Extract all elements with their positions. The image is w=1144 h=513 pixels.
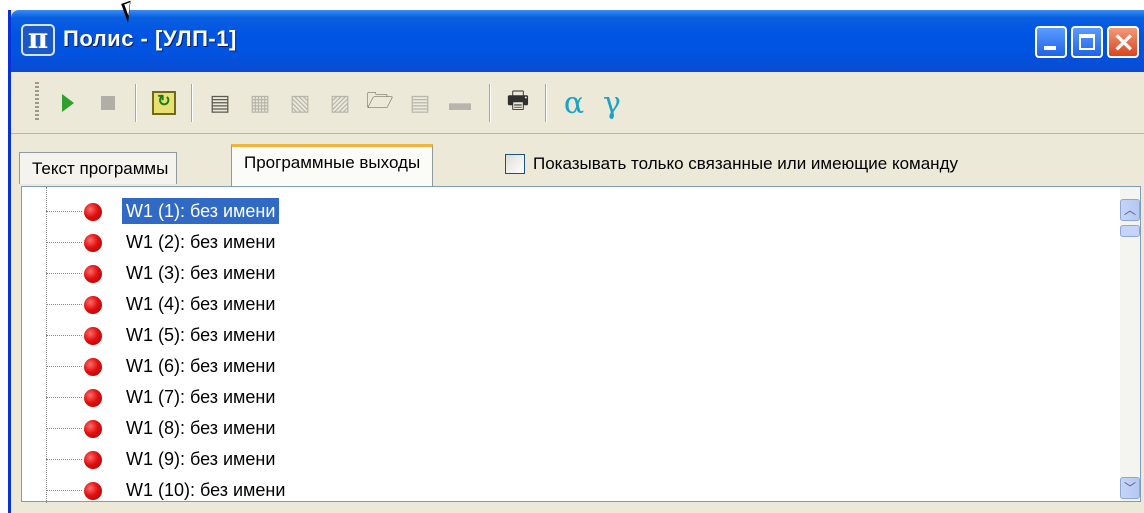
tree-connector <box>46 211 82 212</box>
run-button[interactable] <box>51 86 85 120</box>
tree-connector-line <box>46 187 47 503</box>
tree-connector <box>46 397 82 398</box>
minimize-button[interactable] <box>1035 26 1067 58</box>
copy-docs-button[interactable]: ▤ <box>203 86 237 120</box>
filter-checkbox[interactable] <box>505 154 525 174</box>
status-led-icon <box>84 327 102 345</box>
copy-button[interactable]: ▧ <box>283 86 317 120</box>
open-button[interactable]: 🗁 <box>363 86 397 120</box>
copy-disabled-icon: ▧ <box>289 90 311 115</box>
gamma-icon: γ <box>603 85 621 121</box>
tree-item-label[interactable]: W1 (1): без имени <box>122 198 280 224</box>
tree-item-label[interactable]: W1 (8): без имени <box>122 415 279 441</box>
chevron-down-icon: ﹀ <box>1123 481 1136 495</box>
status-led-icon <box>84 265 102 283</box>
filter-label: Показывать только связанные или имеющие … <box>533 154 958 173</box>
scroll-up-button[interactable]: ︿ <box>1120 199 1140 221</box>
tree-connector <box>46 304 82 305</box>
tree-item-label[interactable]: W1 (6): без имени <box>122 353 279 379</box>
tree-item-label[interactable]: W1 (9): без имени <box>122 446 279 472</box>
refresh-icon: ↻ <box>152 91 176 115</box>
tab-program-text[interactable]: Текст программы <box>19 152 178 184</box>
toolbar-grip[interactable] <box>35 82 39 122</box>
stop-icon <box>101 96 115 110</box>
toolbar-separator <box>489 84 491 122</box>
tree-item-label[interactable]: W1 (3): без имени <box>122 260 279 286</box>
status-led-icon <box>84 296 102 314</box>
paste-disabled-icon: ▦ <box>249 90 271 115</box>
tree-item-label[interactable]: W1 (10): без имени <box>122 477 289 503</box>
maximize-icon <box>1079 34 1095 50</box>
filter-option[interactable]: Показывать только связанные или имеющие … <box>505 154 958 174</box>
status-led-icon <box>84 482 102 500</box>
status-led-icon <box>84 451 102 469</box>
tab-bar: Текст программы Программные выходы Показ… <box>11 134 1144 188</box>
open-folder-icon: 🗁 <box>366 88 394 113</box>
tree-item-label[interactable]: W1 (4): без имени <box>122 291 279 317</box>
close-icon: × <box>1112 25 1136 58</box>
print-icon: 🖶 <box>506 86 530 114</box>
pi-icon[interactable]: π <box>21 24 55 56</box>
folder-button[interactable]: ▬ <box>443 86 477 120</box>
tab-program-outputs[interactable]: Программные выходы <box>231 144 434 188</box>
tree-connector <box>46 242 82 243</box>
tree-connector <box>46 428 82 429</box>
tree-item-label[interactable]: W1 (2): без имени <box>122 229 279 255</box>
refresh-button[interactable]: ↻ <box>147 86 181 120</box>
status-led-icon <box>84 234 102 252</box>
close-button[interactable]: × <box>1107 25 1139 58</box>
alpha-icon: α <box>563 85 585 121</box>
copy-docs-icon: ▤ <box>209 90 231 115</box>
folder-disabled-icon: ▬ <box>449 90 471 115</box>
chevron-up-icon: ︿ <box>1123 203 1136 217</box>
tree-connector <box>46 335 82 336</box>
outputs-tree[interactable]: W1 (1): без имени W1 (2): без имени W1 (3)… <box>21 186 1141 503</box>
maximize-button[interactable] <box>1071 26 1103 58</box>
title-bar[interactable]: π Полис - [УЛП-1] × <box>11 10 1144 72</box>
gamma-button[interactable]: γ <box>595 85 629 121</box>
status-led-icon <box>84 203 102 221</box>
cut-button[interactable]: ▨ <box>323 86 357 120</box>
scroll-thumb[interactable] <box>1120 225 1140 237</box>
app-window: π Полис - [УЛП-1] × ↻ ▤ ▦ ▧ ▨ 🗁 ▤ ▬ 🖶 α … <box>8 10 1144 513</box>
minimize-icon <box>1044 46 1056 50</box>
document-button[interactable]: ▤ <box>403 86 437 120</box>
scroll-down-button[interactable]: ﹀ <box>1120 477 1140 499</box>
toolbar: ↻ ▤ ▦ ▧ ▨ 🗁 ▤ ▬ 🖶 α γ <box>11 72 1144 134</box>
play-icon <box>62 94 74 112</box>
print-button[interactable]: 🖶 <box>501 86 535 120</box>
toolbar-separator <box>191 84 193 122</box>
cut-disabled-icon: ▨ <box>329 90 351 115</box>
tree-connector <box>46 366 82 367</box>
tree-connector <box>46 273 82 274</box>
status-led-icon <box>84 389 102 407</box>
window-title: Полис - [УЛП-1] <box>63 26 237 51</box>
toolbar-separator <box>545 84 547 122</box>
status-led-icon <box>84 358 102 376</box>
status-led-icon <box>84 420 102 438</box>
tree-connector <box>46 459 82 460</box>
tree-item-label[interactable]: W1 (7): без имени <box>122 384 279 410</box>
tree-item-label[interactable]: W1 (5): без имени <box>122 322 279 348</box>
alpha-button[interactable]: α <box>557 85 591 121</box>
vertical-scrollbar[interactable]: ︿ ﹀ <box>1120 187 1140 501</box>
tree-connector <box>46 490 82 491</box>
paste-button[interactable]: ▦ <box>243 86 277 120</box>
document-disabled-icon: ▤ <box>409 90 431 115</box>
stop-button[interactable] <box>91 86 125 120</box>
toolbar-separator <box>135 84 137 122</box>
